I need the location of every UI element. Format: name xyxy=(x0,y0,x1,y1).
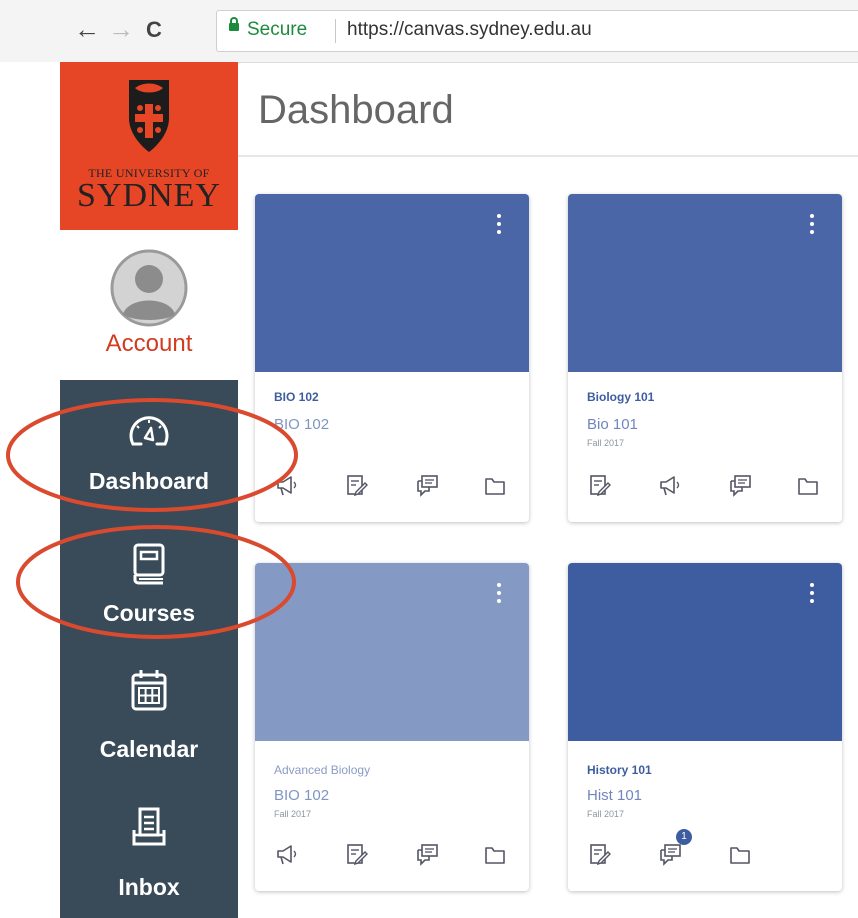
nav-label-account: Account xyxy=(105,330,193,357)
nav-label-inbox: Inbox xyxy=(118,874,180,900)
nav-label-calendar: Calendar xyxy=(99,736,199,762)
course-code: BIO 102 xyxy=(274,787,330,804)
course-term: Fall 2017 xyxy=(587,809,625,819)
back-arrow-icon[interactable]: ← xyxy=(74,14,100,45)
logo-line2: SYDNEY xyxy=(77,177,221,214)
files-icon[interactable] xyxy=(728,843,752,867)
dashboard-highlight-ellipse xyxy=(6,398,298,512)
address-separator xyxy=(335,19,336,43)
nav-item-calendar[interactable]: Calendar xyxy=(60,662,238,767)
more-options-icon[interactable] xyxy=(810,583,814,603)
course-name[interactable]: Advanced Biology xyxy=(274,763,370,777)
calendar-icon xyxy=(131,670,167,711)
assignment-icon[interactable] xyxy=(345,843,369,867)
course-card[interactable]: Biology 101 Bio 101 Fall 2017 xyxy=(568,194,842,522)
nav-item-inbox[interactable]: Inbox xyxy=(60,800,238,905)
unread-badge: 1 xyxy=(676,829,692,845)
more-options-icon[interactable] xyxy=(497,583,501,603)
more-options-icon[interactable] xyxy=(810,214,814,234)
header-divider xyxy=(238,155,858,157)
course-term: Fall 2017 xyxy=(587,438,625,448)
crest-icon xyxy=(129,80,169,152)
avatar-icon xyxy=(110,249,188,327)
university-logo[interactable]: THE UNIVERSITY OF SYDNEY xyxy=(60,62,238,230)
course-card-header[interactable] xyxy=(568,194,842,372)
address-bar[interactable]: Secure https://canvas.sydney.edu.au xyxy=(216,10,858,52)
course-name[interactable]: Biology 101 xyxy=(587,390,654,404)
announcement-icon[interactable] xyxy=(658,474,682,498)
browser-toolbar: ← → C Secure https://canvas.sydney.edu.a… xyxy=(0,0,858,63)
reload-icon[interactable]: C xyxy=(146,17,162,43)
forward-arrow-icon[interactable]: → xyxy=(108,14,134,45)
course-card-header[interactable] xyxy=(255,194,529,372)
lock-icon xyxy=(229,17,239,31)
course-code: Hist 101 xyxy=(587,787,643,804)
discussion-icon[interactable] xyxy=(658,843,682,867)
inbox-icon xyxy=(132,807,166,846)
announcement-icon[interactable] xyxy=(275,843,299,867)
assignment-icon[interactable] xyxy=(588,843,612,867)
courses-highlight-ellipse xyxy=(16,525,296,639)
nav-item-account[interactable]: Account xyxy=(60,230,238,380)
more-options-icon[interactable] xyxy=(497,214,501,234)
discussion-icon[interactable] xyxy=(415,474,439,498)
page-title: Dashboard xyxy=(258,88,454,132)
assignment-icon[interactable] xyxy=(345,474,369,498)
assignment-icon[interactable] xyxy=(588,474,612,498)
files-icon[interactable] xyxy=(483,474,507,498)
secure-label: Secure xyxy=(247,19,308,40)
highlight-annotations xyxy=(6,398,298,639)
course-card[interactable]: History 101 Hist 101 Fall 2017 1 xyxy=(568,563,842,891)
course-term: Fall 2017 xyxy=(274,809,312,819)
files-icon[interactable] xyxy=(796,474,820,498)
url-text[interactable]: https://canvas.sydney.edu.au xyxy=(347,19,592,41)
files-icon[interactable] xyxy=(483,843,507,867)
discussion-icon[interactable] xyxy=(728,474,752,498)
discussion-icon[interactable] xyxy=(415,843,439,867)
course-code: Bio 101 xyxy=(587,416,638,433)
course-card-header[interactable] xyxy=(568,563,842,741)
course-name[interactable]: History 101 xyxy=(587,763,652,777)
